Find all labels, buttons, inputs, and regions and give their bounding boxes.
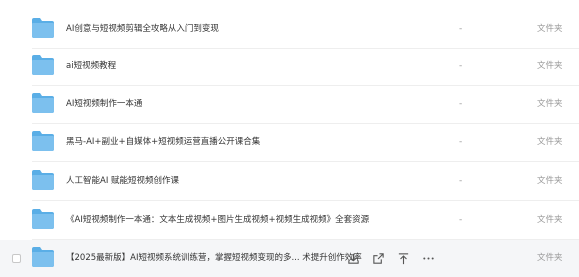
file-size: - bbox=[459, 176, 463, 186]
file-type: 文件夹 bbox=[537, 61, 563, 71]
pin-top-icon[interactable] bbox=[396, 252, 410, 266]
more-icon[interactable] bbox=[421, 252, 435, 266]
file-type: 文件夹 bbox=[537, 24, 563, 34]
file-name[interactable]: 人工智能AI 赋能短视频创作课 bbox=[66, 163, 179, 200]
folder-icon bbox=[32, 18, 54, 38]
list-item[interactable]: ai短视频教程 - 文件夹 bbox=[0, 48, 579, 86]
row-divider bbox=[32, 161, 579, 162]
file-size: - bbox=[459, 137, 463, 147]
row-divider bbox=[32, 200, 579, 201]
row-actions bbox=[346, 240, 446, 277]
file-type: 文件夹 bbox=[537, 253, 563, 263]
row-checkbox[interactable] bbox=[12, 254, 21, 263]
list-item[interactable]: 《AI短视频制作一本通：文本生成视频+图片生成视频+视频生成视频》全套资源 - … bbox=[0, 202, 579, 240]
file-name[interactable]: AI短视频制作一本通 bbox=[66, 86, 142, 123]
list-item-hovered[interactable]: 【2025最新版】AI短视频系统训练营，掌握短视频变现的多... 术提升创作效率 bbox=[0, 240, 579, 277]
list-item[interactable]: AI短视频制作一本通 - 文件夹 bbox=[0, 86, 579, 124]
file-type: 文件夹 bbox=[537, 137, 563, 147]
file-size: - bbox=[459, 24, 463, 34]
list-item[interactable]: 黑马-AI+副业+自媒体+短视频运营直播公开课合集 - 文件夹 bbox=[0, 124, 579, 162]
file-name[interactable]: 《AI短视频制作一本通：文本生成视频+图片生成视频+视频生成视频》全套资源 bbox=[66, 202, 369, 239]
file-name[interactable]: 【2025最新版】AI短视频系统训练营，掌握短视频变现的多... 术提升创作效率 bbox=[66, 240, 362, 277]
folder-icon bbox=[32, 170, 54, 190]
folder-icon bbox=[32, 55, 54, 75]
file-name[interactable]: ai短视频教程 bbox=[66, 48, 116, 85]
share-icon[interactable] bbox=[371, 252, 385, 266]
file-size: - bbox=[459, 215, 463, 225]
file-name[interactable]: AI创意与短视频剪辑全攻略从入门到变现 bbox=[66, 11, 219, 48]
list-item[interactable]: 人工智能AI 赋能短视频创作课 - 文件夹 bbox=[0, 163, 579, 201]
folder-icon bbox=[32, 93, 54, 113]
file-size: - bbox=[459, 99, 463, 109]
file-type: 文件夹 bbox=[537, 99, 563, 109]
file-size: - bbox=[459, 61, 463, 71]
list-item[interactable]: AI创意与短视频剪辑全攻略从入门到变现 - 文件夹 bbox=[0, 11, 579, 49]
download-icon[interactable] bbox=[346, 252, 360, 266]
file-type: 文件夹 bbox=[537, 215, 563, 225]
file-type: 文件夹 bbox=[537, 176, 563, 186]
folder-icon bbox=[32, 247, 54, 267]
file-list: AI创意与短视频剪辑全攻略从入门到变现 - 文件夹 ai短视频教程 - 文件夹 … bbox=[0, 0, 579, 277]
file-name[interactable]: 黑马-AI+副业+自媒体+短视频运营直播公开课合集 bbox=[66, 124, 260, 161]
folder-icon bbox=[32, 209, 54, 229]
folder-icon bbox=[32, 131, 54, 151]
